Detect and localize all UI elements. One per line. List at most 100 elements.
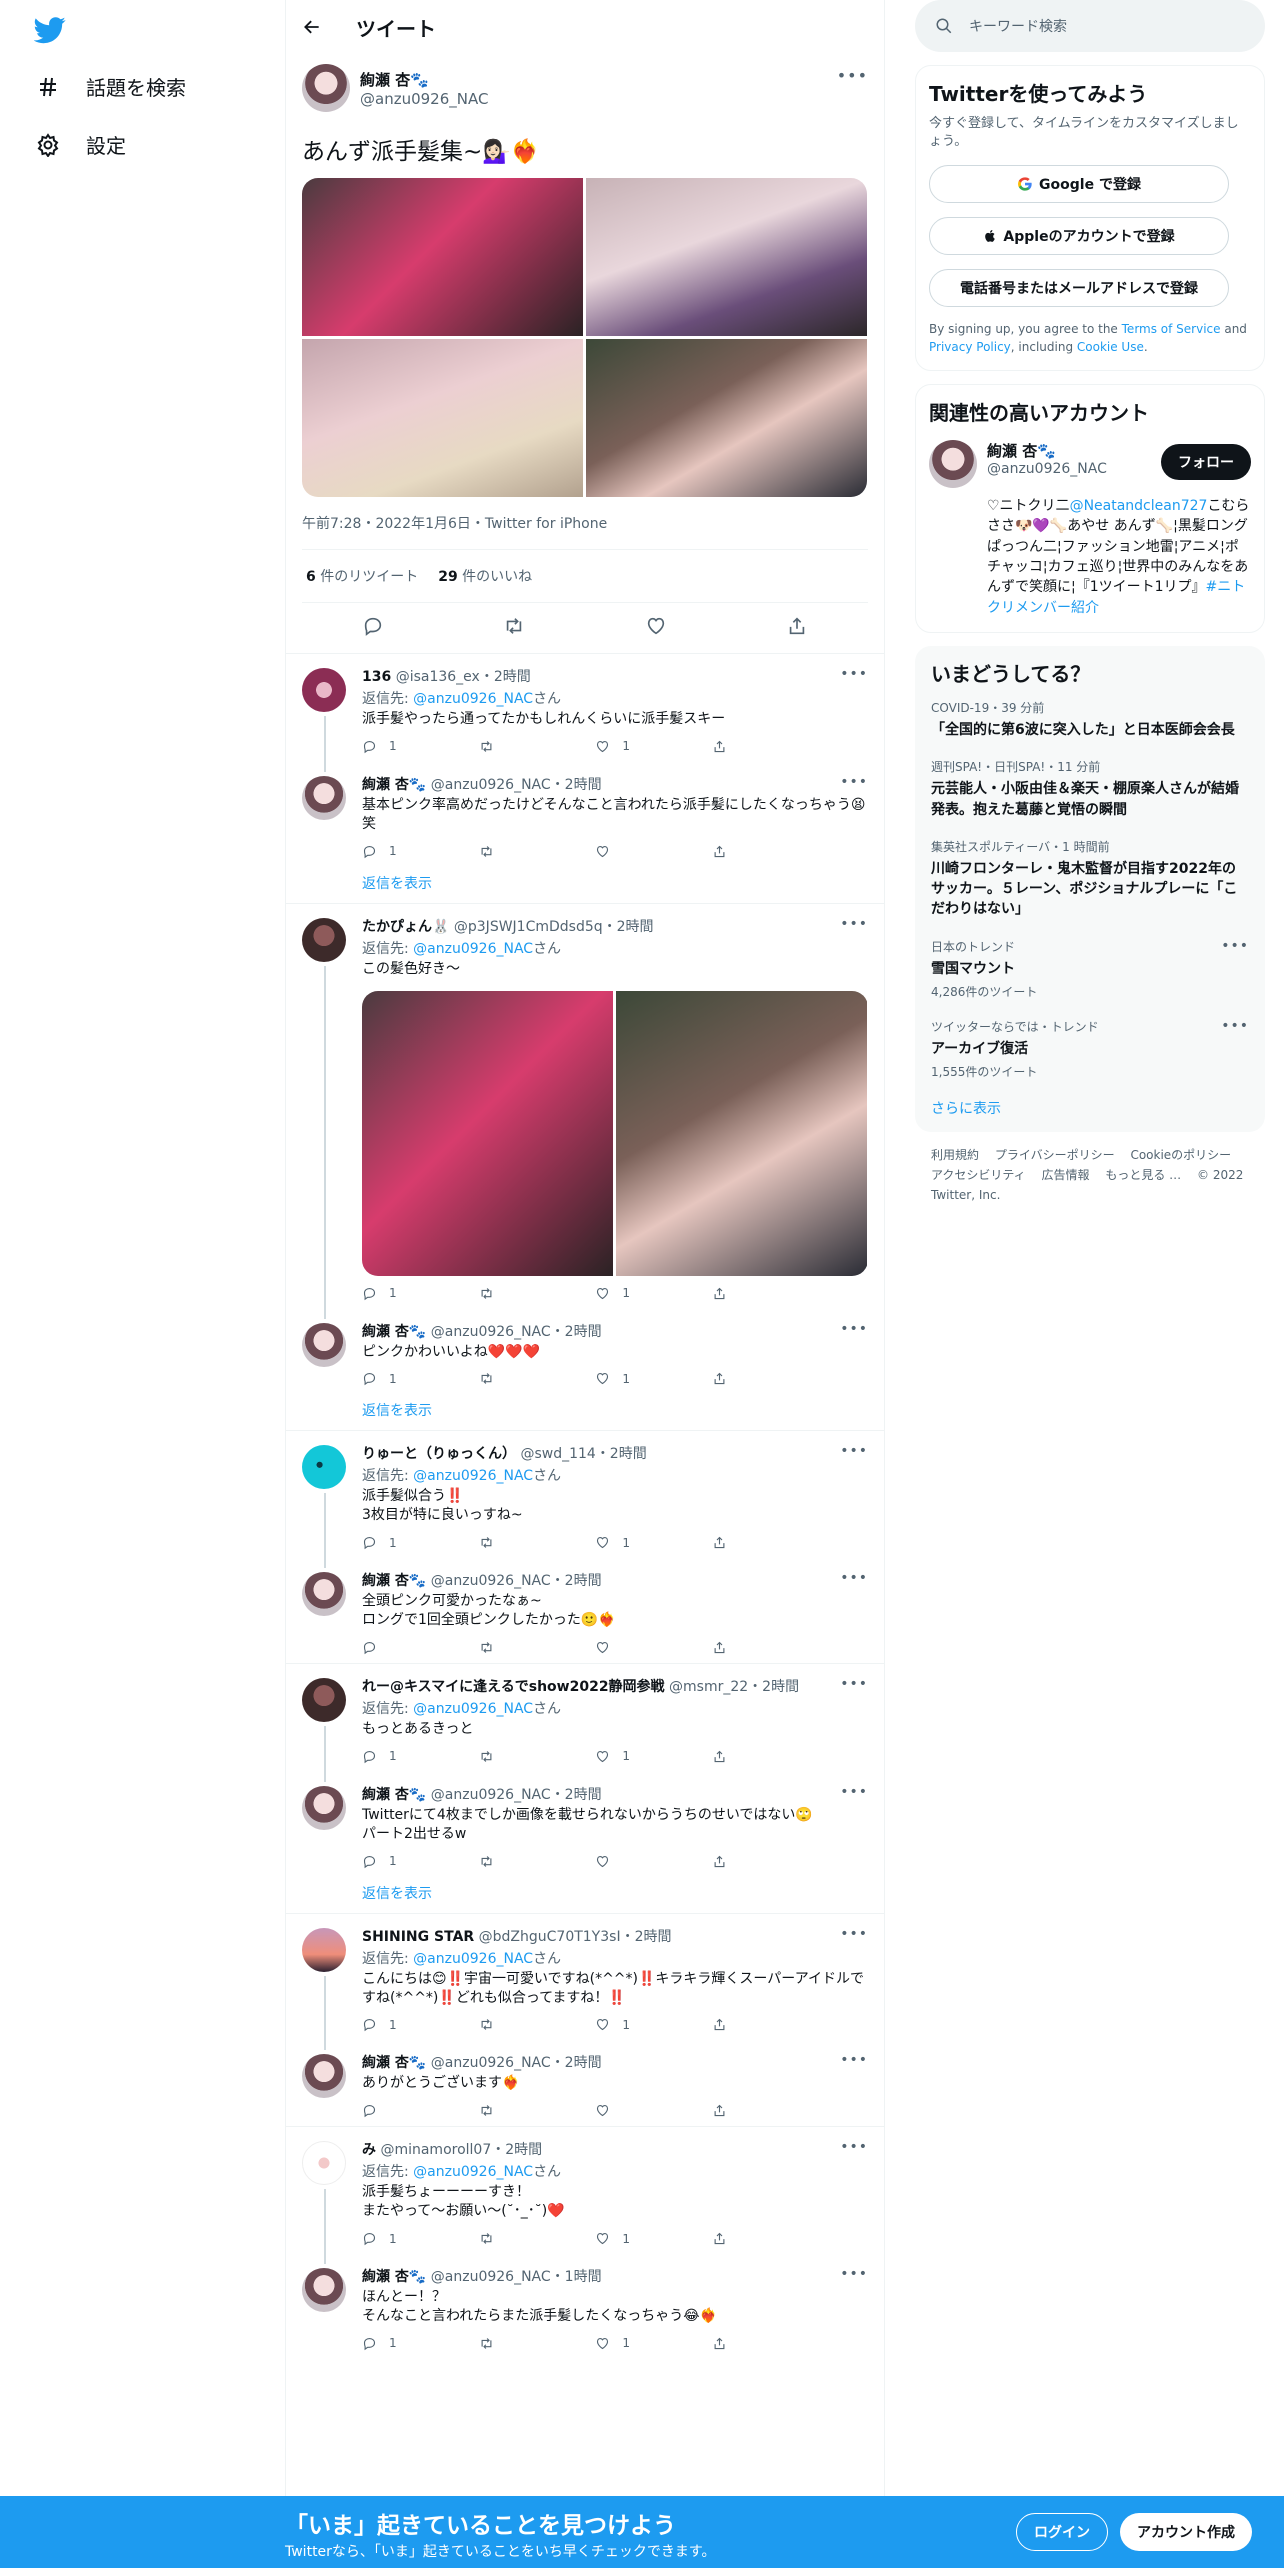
retweet-button[interactable] — [479, 1371, 559, 1386]
search-input[interactable]: キーワード検索 — [969, 16, 1067, 36]
reply-author-name[interactable]: 絢瀬 杏🐾 — [362, 1787, 426, 1803]
avatar[interactable] — [302, 668, 346, 712]
share-icon[interactable] — [786, 615, 808, 637]
trend-item[interactable]: 集英社スポルティーバ・1 時間前 川崎フロンターレ・鬼木監督が目指す2022年の… — [931, 838, 1249, 920]
nav-explore[interactable]: 話題を検索 — [36, 72, 186, 101]
reply-author-handle[interactable]: @swd_114 — [520, 1446, 595, 1462]
avatar[interactable] — [302, 2141, 346, 2186]
avatar[interactable] — [302, 1572, 346, 1617]
reply-tweet[interactable]: りゅーと（りゅっくん） @swd_114・2時間 ••• 返信先: @anzu092… — [286, 1431, 884, 1569]
share-button[interactable] — [712, 739, 792, 754]
share-button[interactable] — [712, 2336, 792, 2351]
reply-author-handle[interactable]: @bdZhguC70T1Y3sI — [479, 1929, 621, 1945]
like-button[interactable]: 1 — [595, 739, 675, 754]
retweet-button[interactable] — [479, 1749, 559, 1764]
share-button[interactable] — [712, 1640, 792, 1655]
reply-author-name[interactable]: 絢瀬 杏🐾 — [362, 1573, 426, 1589]
share-button[interactable] — [712, 1854, 792, 1869]
retweet-button[interactable] — [479, 844, 559, 859]
apple-signup-button[interactable]: Appleのアカウントで登録 — [929, 217, 1229, 256]
login-button[interactable]: ログイン — [1016, 2513, 1108, 2551]
retweet-button[interactable] — [479, 2103, 559, 2118]
reply-tweet[interactable]: れー@キスマイに逢えるでshow2022静岡参戦 @msmr_22・2時間 •••… — [286, 1664, 884, 1782]
reply-to-link[interactable]: @anzu0926_NAC — [413, 691, 533, 707]
show-replies-link[interactable]: 返信を表示 — [286, 1877, 884, 1913]
photo-3[interactable] — [302, 339, 583, 497]
share-button[interactable] — [712, 1286, 792, 1301]
reply-author-name[interactable]: 絢瀬 杏🐾 — [362, 2269, 426, 2285]
reply-time[interactable]: ・2時間 — [748, 1679, 799, 1695]
reply-tweet[interactable]: 絢瀬 杏🐾 @anzu0926_NAC・2時間 ••• Twitterにて4枚までし… — [286, 1772, 884, 1877]
reply-button[interactable]: 1 — [362, 1854, 442, 1869]
share-button[interactable] — [712, 1535, 792, 1550]
show-replies-link[interactable]: 返信を表示 — [286, 1394, 884, 1430]
reply-author-name[interactable]: 絢瀬 杏🐾 — [362, 1324, 426, 1340]
photo-1[interactable] — [362, 990, 613, 1276]
like-button[interactable] — [595, 1640, 675, 1655]
show-more-link[interactable]: さらに表示 — [931, 1098, 1249, 1118]
reply-time[interactable]: ・2時間 — [596, 1446, 647, 1462]
reply-author-name[interactable]: たかぴょん🐰 — [362, 919, 449, 935]
bio-mention-link[interactable]: @Neatandclean727 — [1070, 498, 1208, 514]
reply-time[interactable]: ・2時間 — [551, 1324, 602, 1340]
related-account[interactable]: 絢瀬 杏🐾 @anzu0926_NAC フォロー — [929, 440, 1251, 489]
like-button[interactable]: 1 — [595, 1371, 675, 1386]
like-button[interactable] — [595, 844, 675, 859]
reply-time[interactable]: ・2時間 — [551, 777, 602, 793]
reply-button[interactable]: 1 — [362, 1535, 442, 1550]
more-icon[interactable]: ••• — [840, 1926, 868, 1942]
more-icon[interactable]: ••• — [840, 2052, 868, 2068]
terms-link[interactable]: Terms of Service — [1122, 322, 1221, 336]
reply-author-handle[interactable]: @minamoroll07 — [380, 2142, 491, 2158]
reply-time[interactable]: ・2時間 — [480, 669, 531, 685]
reply-icon[interactable] — [362, 615, 384, 637]
reply-to-link[interactable]: @anzu0926_NAC — [413, 1468, 533, 1484]
reply-button[interactable] — [362, 2103, 442, 2118]
reply-author-name[interactable]: れー@キスマイに逢えるでshow2022静岡参戦 — [362, 1679, 665, 1695]
reply-tweet[interactable]: 絢瀬 杏🐾 @anzu0926_NAC・2時間 ••• 基本ピンク率高めだったけどそ… — [286, 762, 884, 867]
like-button[interactable]: 1 — [595, 1535, 675, 1550]
retweet-button[interactable] — [479, 2231, 559, 2246]
privacy-link[interactable]: Privacy Policy — [929, 340, 1011, 354]
reply-author-handle[interactable]: @anzu0926_NAC — [431, 2055, 551, 2071]
avatar[interactable] — [302, 917, 346, 962]
reply-tweet[interactable]: 絢瀬 杏🐾 @anzu0926_NAC・1時間 ••• ほんとー！？ そんなこと言わ… — [286, 2254, 884, 2359]
avatar[interactable] — [302, 64, 350, 112]
like-button[interactable]: 1 — [595, 2017, 675, 2032]
photo-4[interactable] — [586, 339, 867, 497]
avatar[interactable] — [302, 775, 346, 820]
back-arrow-icon[interactable] — [302, 17, 322, 37]
more-icon[interactable]: ••• — [840, 2139, 868, 2155]
reply-author-handle[interactable]: @msmr_22 — [669, 1679, 748, 1695]
reply-tweet[interactable]: 絢瀬 杏🐾 @anzu0926_NAC・2時間 ••• ありがとうございます❤️‍🔥 — [286, 2040, 884, 2126]
retweet-button[interactable] — [479, 2336, 559, 2351]
google-signup-button[interactable]: Google で登録 — [929, 165, 1229, 204]
reply-button[interactable]: 1 — [362, 2336, 442, 2351]
retweet-button[interactable] — [479, 1535, 559, 1550]
avatar[interactable] — [302, 1678, 346, 1723]
nav-settings[interactable]: 設定 — [36, 130, 126, 159]
search-bar[interactable]: キーワード検索 — [915, 0, 1265, 52]
avatar[interactable] — [302, 1927, 346, 1972]
reply-author-handle[interactable]: @p3JSWJ1CmDdsd5q — [454, 919, 603, 935]
reply-tweet[interactable]: 136 @isa136_ex・2時間 ••• 返信先: @anzu0926_NACさ… — [286, 654, 884, 772]
reply-author-name[interactable]: み — [362, 2142, 376, 2158]
footer-link[interactable]: プライバシーポリシー — [995, 1148, 1115, 1162]
like-button[interactable]: 1 — [595, 1286, 675, 1301]
trend-item[interactable]: 日本のトレンド 雪国マウント 4,286件のツイート ••• — [931, 938, 1249, 1000]
reply-time[interactable]: ・2時間 — [621, 1929, 672, 1945]
share-button[interactable] — [712, 2103, 792, 2118]
footer-link[interactable]: 利用規約 — [931, 1148, 979, 1162]
phone-email-signup-button[interactable]: 電話番号またはメールアドレスで登録 — [929, 269, 1229, 308]
footer-link[interactable]: アクセシビリティ — [931, 1168, 1026, 1182]
retweet-icon[interactable] — [503, 615, 525, 637]
share-button[interactable] — [712, 1371, 792, 1386]
avatar[interactable] — [302, 2268, 346, 2313]
more-icon[interactable]: ••• — [837, 66, 868, 85]
reply-author-name[interactable]: SHINING STAR — [362, 1929, 474, 1945]
like-button[interactable]: 1 — [595, 2336, 675, 2351]
more-icon[interactable]: ••• — [840, 1784, 868, 1800]
reply-time[interactable]: ・2時間 — [603, 919, 654, 935]
retweet-button[interactable] — [479, 739, 559, 754]
reply-button[interactable]: 1 — [362, 1286, 442, 1301]
